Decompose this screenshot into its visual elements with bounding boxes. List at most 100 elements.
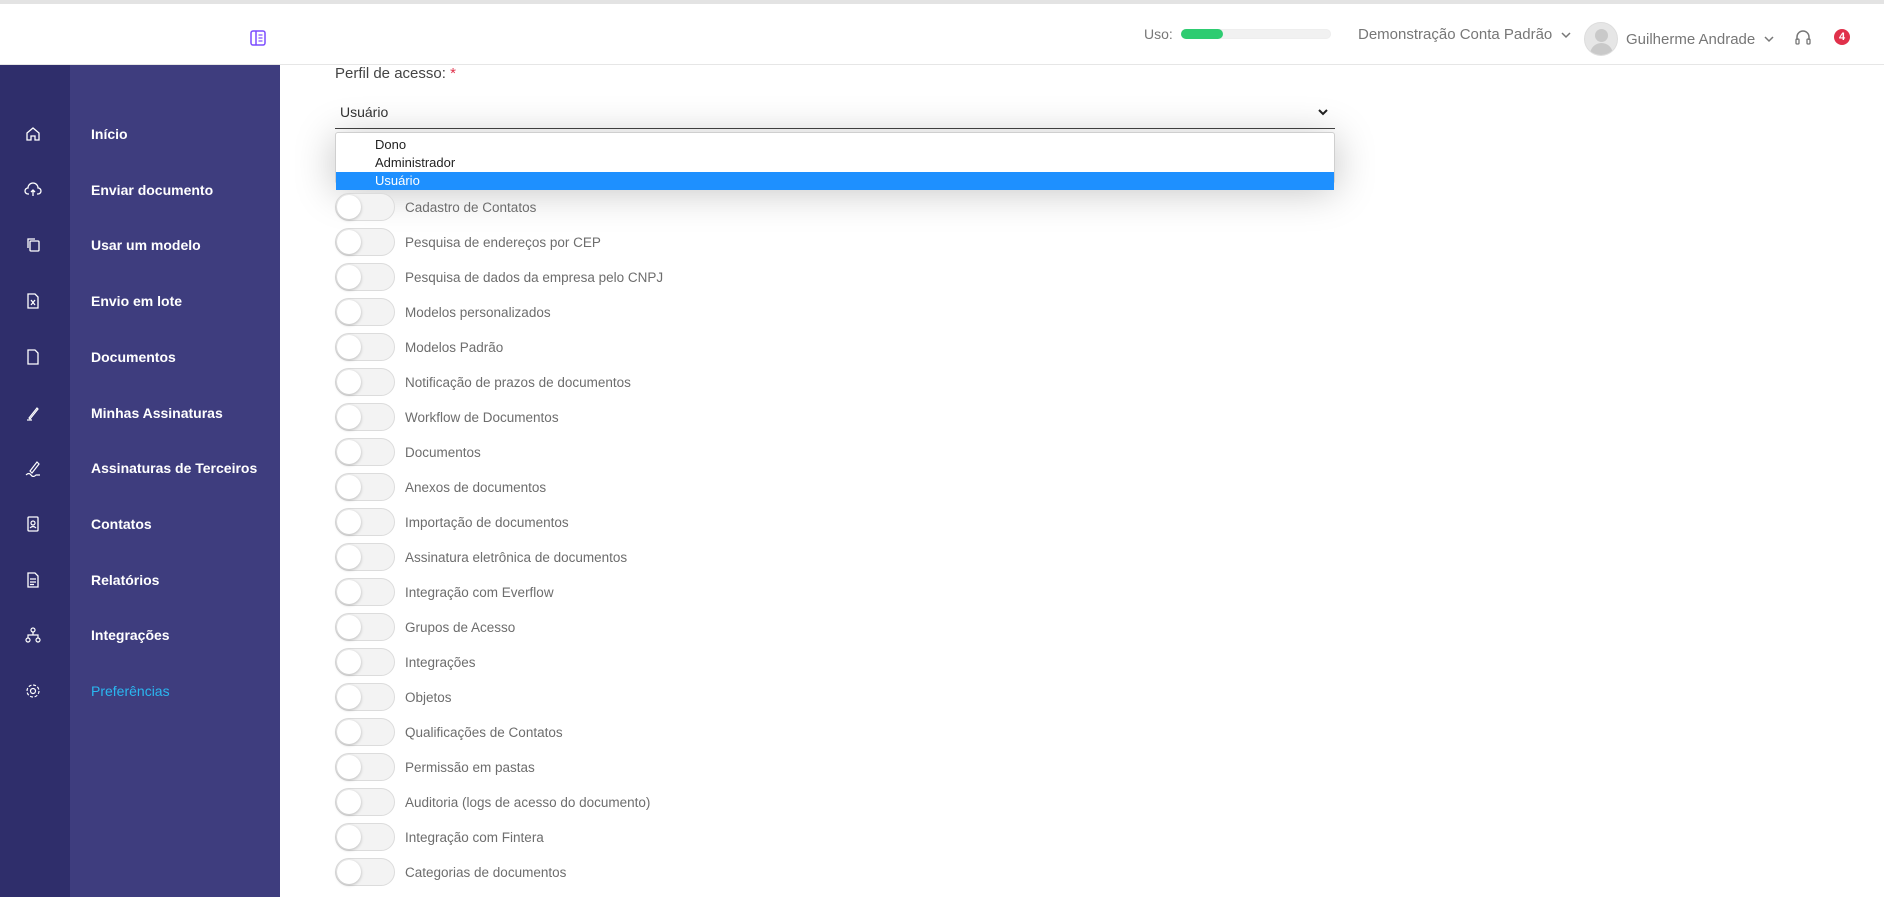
sidebar-item-minhas-assinaturas[interactable]: Minhas Assinaturas [0,393,280,433]
permission-label: Importação de documentos [405,514,569,530]
permission-row: Objetos [335,683,452,711]
permission-label: Integração com Fintera [405,829,544,845]
dropdown-option-usuario[interactable]: Usuário [336,172,1334,190]
permission-label: Cadastro de Contatos [405,199,537,215]
permission-row: Pesquisa de endereços por CEP [335,228,601,256]
sidebar-item-integracoes[interactable]: Integrações [0,615,280,655]
permission-toggle[interactable] [335,753,395,781]
profile-label-text: Perfil de acesso: [335,65,446,82]
permission-toggle[interactable] [335,228,395,256]
sidebar-item-label: Início [91,126,128,142]
toggle-knob [337,370,361,394]
permission-toggle[interactable] [335,473,395,501]
toggle-knob [337,615,361,639]
permission-label: Documentos [405,444,481,460]
toggle-knob [337,755,361,779]
permission-label: Notificação de prazos de documentos [405,374,631,390]
toggle-knob [337,580,361,604]
integration-icon [25,627,41,643]
permission-toggle[interactable] [335,683,395,711]
permission-row: Workflow de Documentos [335,403,559,431]
permission-row: Pesquisa de dados da empresa pelo CNPJ [335,263,663,291]
sidebar-item-label: Envio em lote [91,293,183,309]
permission-row: Importação de documentos [335,508,569,536]
sidebar-item-label: Relatórios [91,572,160,588]
permission-label: Objetos [405,689,452,705]
access-profile-dropdown: Dono Administrador Usuário [335,132,1335,190]
permission-toggle[interactable] [335,298,395,326]
toggle-knob [337,475,361,499]
contact-card-icon [27,516,39,532]
permission-row: Cadastro de Contatos [335,193,536,221]
permission-toggle[interactable] [335,858,395,886]
gear-icon [26,684,40,698]
sidebar-item-label: Minhas Assinaturas [91,405,223,421]
permission-row: Categorias de documentos [335,858,566,886]
permission-label: Assinatura eletrônica de documentos [405,549,628,565]
usage-label: Uso: [1144,26,1173,42]
permission-row: Integração com Everflow [335,578,554,606]
sidebar-item-label: Integrações [91,627,170,643]
sidebar-toggle-icon[interactable] [249,29,267,47]
toggle-knob [337,860,361,884]
permission-row: Integração com Fintera [335,823,544,851]
permission-toggle[interactable] [335,333,395,361]
dropdown-option-administrador[interactable]: Administrador [336,154,1334,172]
user-menu[interactable]: Guilherme Andrade [1584,22,1775,56]
profile-field-label: Perfil de acesso: * [335,65,456,82]
home-icon [26,127,40,141]
sidebar-item-usar-modelo[interactable]: Usar um modelo [0,225,280,265]
sidebar-item-assinaturas-terceiros[interactable]: Assinaturas de Terceiros [0,448,280,488]
permission-label: Pesquisa de dados da empresa pelo CNPJ [405,269,664,285]
permission-toggle[interactable] [335,718,395,746]
permission-label: Modelos Padrão [405,339,504,355]
account-selector[interactable]: Demonstração Conta Padrão [1358,26,1572,43]
permission-label: Integração com Everflow [405,584,554,600]
notification-badge[interactable]: 4 [1834,29,1850,45]
headset-icon[interactable] [1794,29,1812,47]
permission-label: Auditoria (logs de acesso do documento) [405,794,651,810]
account-name: Demonstração Conta Padrão [1358,26,1553,43]
user-name: Guilherme Andrade [1626,30,1756,48]
permission-label: Qualificações de Contatos [405,724,563,740]
permission-toggle[interactable] [335,263,395,291]
toggle-knob [337,195,361,219]
sidebar-item-label: Documentos [91,349,176,365]
permission-toggle[interactable] [335,648,395,676]
sidebar-item-contatos[interactable]: Contatos [0,504,280,544]
permission-row: Permissão em pastas [335,753,535,781]
template-icon [27,238,40,252]
toggle-knob [337,300,361,324]
permission-row: Modelos personalizados [335,298,551,326]
toggle-knob [337,825,361,849]
permission-toggle[interactable] [335,613,395,641]
sidebar-item-inicio[interactable]: Início [0,114,280,154]
permission-toggle[interactable] [335,368,395,396]
permission-toggle[interactable] [335,788,395,816]
toggle-knob [337,720,361,744]
permission-toggle[interactable] [335,508,395,536]
permission-toggle[interactable] [335,578,395,606]
usage-progress-fill [1180,29,1223,39]
document-icon [27,349,39,365]
permission-toggle[interactable] [335,193,395,221]
permission-toggle[interactable] [335,543,395,571]
permission-row: Anexos de documentos [335,473,546,501]
permission-toggle[interactable] [335,403,395,431]
permission-row: Assinatura eletrônica de documentos [335,543,627,571]
sidebar-item-enviar-documento[interactable]: Enviar documento [0,170,280,210]
permission-row: Grupos de Acesso [335,613,515,641]
sidebar-item-preferencias[interactable]: Preferências [0,671,280,711]
toggle-knob [337,335,361,359]
sidebar-item-documentos[interactable]: Documentos [0,337,280,377]
permission-label: Anexos de documentos [405,479,547,495]
access-profile-select[interactable]: Usuário [335,97,1335,129]
dropdown-option-dono[interactable]: Dono [336,136,1334,154]
sidebar-item-envio-em-lote[interactable]: Envio em lote [0,281,280,321]
main-content: Perfil de acesso: * Usuário Dono Adminis… [280,65,1884,897]
permission-toggle[interactable] [335,438,395,466]
permission-toggle[interactable] [335,823,395,851]
chevron-down-icon [1764,36,1774,43]
sidebar-item-relatorios[interactable]: Relatórios [0,560,280,600]
permission-label: Grupos de Acesso [405,619,516,635]
